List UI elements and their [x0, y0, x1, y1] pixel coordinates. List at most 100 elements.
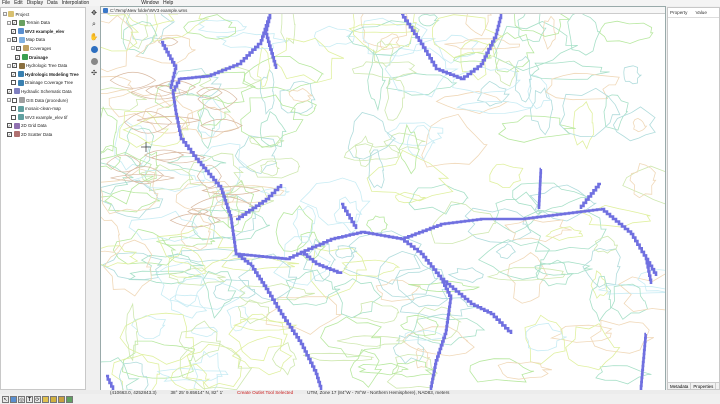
visibility-checkbox[interactable]: ✓	[7, 123, 12, 129]
tree-item[interactable]: - GIS Data (procedure)	[7, 96, 68, 104]
rotate-icon[interactable]: ⟳	[34, 395, 41, 403]
outlet-tool-icon[interactable]: ✣	[89, 68, 99, 78]
tree-item-label: mosaic-clean-map	[25, 106, 61, 112]
tree-item-label: Project	[15, 11, 30, 17]
scatter-icon	[13, 131, 20, 138]
tree-icon	[17, 71, 24, 78]
menu-display[interactable]: Display	[25, 0, 45, 6]
visibility-checkbox[interactable]	[11, 106, 16, 112]
coverage-icon	[22, 45, 29, 52]
status-coordinates: (410663.0, 4252843.3)	[110, 389, 157, 395]
raster-icon	[17, 105, 24, 112]
tree-item-label: Drainage	[29, 54, 48, 60]
text-icon[interactable]: T	[26, 395, 33, 403]
grid-icon[interactable]	[58, 395, 65, 403]
tree-item[interactable]: mosaic-clean-map	[11, 105, 61, 113]
paint-icon[interactable]	[42, 395, 49, 403]
tree-item-label: Terrain Data	[26, 20, 50, 26]
status-message: Create Outlet Tool Selected	[237, 389, 294, 395]
project-explorer: - Project - ✓ Terrain Data ✓ WV3 example_elev -…	[0, 7, 86, 390]
tree-item-label: WV3 example_elev tif	[25, 114, 68, 120]
tree-item[interactable]: ✓ 2D Grid Data	[7, 122, 47, 130]
expander-icon[interactable]: -	[11, 46, 15, 51]
map-window: C:\Temp\New folder\WV3 example.wms	[100, 6, 666, 390]
visibility-checkbox[interactable]: ✓	[15, 54, 20, 60]
expander-icon[interactable]: -	[7, 63, 11, 68]
tree-item[interactable]: ✓ Hydraulic Schematic Data	[7, 87, 72, 95]
visibility-checkbox[interactable]	[12, 97, 17, 103]
tree-item-label: GIS Data (procedure)	[26, 97, 68, 103]
tree-item-label: WV3 example_elev	[25, 28, 65, 34]
drainage-icon	[21, 54, 28, 60]
tree-item[interactable]: ✓ Hydrologic Modeling Tree	[11, 70, 79, 78]
tree-item-label: Hydrologic Tree Data	[26, 63, 68, 69]
rotate-tool-icon[interactable]	[89, 44, 99, 54]
menu-data[interactable]: Data	[45, 0, 60, 6]
bottom-toolbar: ↖ ◎ T ⟳	[0, 394, 100, 404]
tree-item-label: Drainage Coverage Tree	[25, 80, 74, 86]
tree-item-label: Hydraulic Schematic Data	[21, 88, 72, 94]
tree-item[interactable]: ✓ 2D Scatter Data	[7, 130, 52, 138]
visibility-checkbox[interactable]: ✓	[12, 63, 17, 69]
expander-icon[interactable]: -	[7, 37, 11, 42]
tin-icon	[17, 28, 24, 35]
select-tool-icon[interactable]: ✥	[89, 8, 99, 18]
pan-tool-icon[interactable]: ✋	[89, 32, 99, 42]
tree-item[interactable]: WV3 example_elev tif	[11, 113, 67, 121]
layers-icon[interactable]	[50, 395, 57, 403]
status-projection: UTM, Zone 17 (84°W - 78°W - Northern Hem…	[307, 389, 450, 395]
folder-icon	[8, 11, 14, 17]
gis-icon	[18, 97, 25, 103]
visibility-checkbox[interactable]: ✓	[12, 37, 17, 43]
zoom-tool-icon[interactable]: ⌕	[89, 20, 99, 30]
terrain-icon	[18, 19, 25, 26]
terrain-map[interactable]	[101, 14, 665, 390]
map-file-path: C:\Temp\New folder\WV3 example.wms	[110, 7, 188, 13]
expander-icon[interactable]: -	[7, 20, 11, 25]
status-latlon: 38° 25' 9.65614" N, 82° 1'	[170, 389, 224, 395]
zoom-icon[interactable]: ◎	[18, 395, 25, 403]
tree-item[interactable]: - ✓ Map Data	[7, 36, 45, 44]
visibility-checkbox[interactable]: ✓	[16, 45, 21, 51]
tree-item[interactable]: - ✓ Terrain Data	[7, 19, 50, 27]
properties-header: Property Value	[668, 8, 719, 18]
value-column-header[interactable]: Value	[694, 10, 720, 15]
properties-panel: Property Value Metadata Properties	[667, 7, 720, 390]
visibility-checkbox[interactable]: ✓	[7, 88, 12, 94]
tree-item[interactable]: - ✓ Coverages	[11, 44, 51, 52]
tree-item[interactable]: ✓ Drainage	[15, 53, 48, 61]
tree-item[interactable]: ✓ WV3 example_elev	[11, 27, 64, 35]
frame-icon[interactable]	[10, 395, 17, 403]
tree-item[interactable]: - ✓ Hydrologic Tree Data	[7, 62, 67, 70]
wms-application: File Edit Display Data Interpolation Win…	[0, 0, 720, 404]
menu-edit[interactable]: Edit	[12, 0, 25, 6]
tree-item-label: Hydrologic Modeling Tree	[25, 71, 79, 77]
marker-icon[interactable]	[66, 395, 73, 403]
tree-item-label: 2D Grid Data	[21, 123, 47, 129]
tree-item[interactable]: - Project	[3, 10, 29, 18]
select-icon[interactable]: ↖	[2, 395, 9, 403]
tree-icon	[18, 62, 25, 69]
map-canvas[interactable]	[101, 14, 665, 390]
menu-file[interactable]: File	[0, 0, 12, 6]
menu-interpolation[interactable]: Interpolation	[60, 0, 92, 6]
document-icon	[103, 7, 108, 13]
grid-icon	[13, 122, 20, 129]
tree-item-label: Coverages	[30, 45, 52, 51]
visibility-checkbox[interactable]: ✓	[12, 20, 17, 26]
visibility-checkbox[interactable]: ✓	[7, 131, 12, 137]
tree-item[interactable]: Drainage Coverage Tree	[11, 79, 73, 87]
visibility-checkbox[interactable]: ✓	[11, 28, 16, 34]
raster-icon	[17, 114, 24, 121]
expander-icon[interactable]: -	[3, 12, 7, 16]
tree-item-label: 2D Scatter Data	[21, 131, 53, 137]
visibility-checkbox[interactable]	[11, 80, 16, 86]
visibility-checkbox[interactable]	[11, 114, 16, 120]
globe-tool-icon[interactable]	[89, 56, 99, 66]
tree-item-label: Map Data	[26, 37, 46, 43]
map-icon	[18, 36, 25, 43]
expander-icon[interactable]: -	[7, 98, 11, 102]
schematic-icon	[13, 88, 20, 95]
property-column-header[interactable]: Property	[668, 10, 694, 15]
visibility-checkbox[interactable]: ✓	[11, 71, 16, 77]
